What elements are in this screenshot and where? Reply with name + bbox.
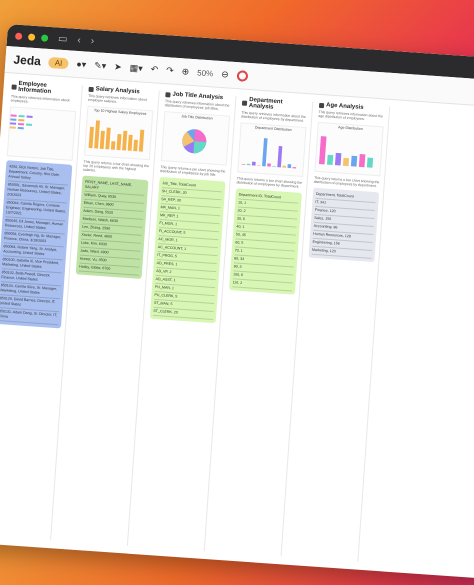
- employee-card[interactable]: 4250, Rich Norton, Job Title, Department…: [0, 160, 73, 329]
- chart-bar: [116, 133, 122, 151]
- chart-bar: [110, 141, 116, 150]
- chart-bar: [350, 155, 358, 167]
- age-bars: [318, 136, 374, 168]
- minimize-window-button[interactable]: [27, 32, 36, 41]
- chart-bar: [282, 165, 287, 168]
- chart-bar: [251, 161, 256, 166]
- job-title-pie-chart: Job Title Distribution: [160, 111, 231, 166]
- salary-card[interactable]: FIRST_NAME, LAST_NAME, SALARY William, Qu…: [75, 175, 149, 279]
- maximize-window-button[interactable]: [40, 33, 49, 42]
- chart-bar: [272, 166, 276, 168]
- age-card[interactable]: Department, TotalCount IT, 341 Finance, 12…: [308, 187, 380, 263]
- column-note: This query returns a bar chart showing t…: [236, 176, 303, 189]
- department-bars: [241, 138, 297, 169]
- chart-bar: [277, 146, 283, 168]
- undo-icon[interactable]: ↶: [150, 64, 158, 75]
- chart-bar: [267, 163, 271, 167]
- chart-bar: [122, 130, 128, 151]
- table-icon: [11, 83, 17, 90]
- job-title-pie: [182, 129, 207, 154]
- table-icon: [318, 102, 325, 108]
- chart-bar: [287, 164, 292, 169]
- chart-bar: [292, 166, 297, 169]
- salary-bars: [88, 120, 145, 152]
- zoom-out-icon[interactable]: ⊖: [221, 69, 229, 80]
- back-icon[interactable]: ‹: [77, 34, 81, 45]
- chart-bar: [133, 139, 138, 152]
- chart-bar: [127, 134, 133, 151]
- department-bar-chart: Department Distribution: [237, 122, 307, 177]
- pen-tool-icon[interactable]: ✎▾: [94, 60, 107, 72]
- record-icon[interactable]: [236, 69, 249, 82]
- chart-bar: [318, 136, 327, 165]
- column-note: This query returns a pie chart showing t…: [159, 164, 226, 177]
- chart-bar: [105, 127, 111, 150]
- shape-tool-icon[interactable]: ●▾: [76, 58, 87, 70]
- table-icon: [241, 100, 248, 106]
- chart-bar: [246, 163, 251, 166]
- forward-icon[interactable]: ›: [90, 35, 94, 46]
- redo-icon[interactable]: ↷: [166, 65, 174, 76]
- chart-bar: [94, 120, 101, 149]
- salary-bar-chart: Top 10 Highest Salary Employees: [84, 105, 154, 161]
- ai-button[interactable]: AI: [48, 56, 69, 69]
- chart-bar: [256, 165, 261, 166]
- close-window-button[interactable]: [14, 32, 23, 40]
- pointer-tool-icon[interactable]: ➤: [114, 61, 122, 72]
- chart-bar: [262, 138, 268, 167]
- zoom-in-icon[interactable]: ⊕: [181, 66, 189, 77]
- chart-bar: [358, 154, 366, 168]
- chart-bar: [99, 130, 105, 149]
- column-note: This query returns a bar chart showing t…: [313, 175, 380, 189]
- chart-bar: [88, 126, 94, 149]
- chart-bar: [326, 154, 334, 165]
- canvas[interactable]: Employee Information This query retrieve…: [0, 72, 474, 585]
- age-bar-chart: Age Distribution: [314, 121, 384, 177]
- job-title-card[interactable]: Job_Title, TotalCount SH_CLERK, 20 SA_REP,…: [149, 176, 226, 324]
- chart-bar: [334, 152, 342, 166]
- app-window: ▭ ‹ › ⇪ + ⧉ Jeda AI ●▾ ✎▾ ➤ ▦▾ ↶ ↷ ⊕ 50%…: [0, 24, 474, 585]
- sidebar-toggle-icon[interactable]: ▭: [58, 33, 68, 45]
- legend-chart: [6, 106, 77, 161]
- table-icon: [165, 91, 171, 97]
- chart-bar: [138, 129, 145, 152]
- chart-bar: [366, 157, 374, 168]
- chart-bar: [342, 157, 350, 167]
- zoom-level[interactable]: 50%: [197, 68, 214, 78]
- app-logo: Jeda: [13, 52, 42, 69]
- table-icon: [88, 86, 94, 92]
- department-card[interactable]: Department ID, TotalCount 10, 1 20, 2 30, 6…: [228, 188, 302, 295]
- column-note: This query returns a bar chart showing t…: [82, 159, 150, 173]
- chart-bar: [241, 164, 246, 165]
- layout-tool-icon[interactable]: ▦▾: [129, 62, 143, 74]
